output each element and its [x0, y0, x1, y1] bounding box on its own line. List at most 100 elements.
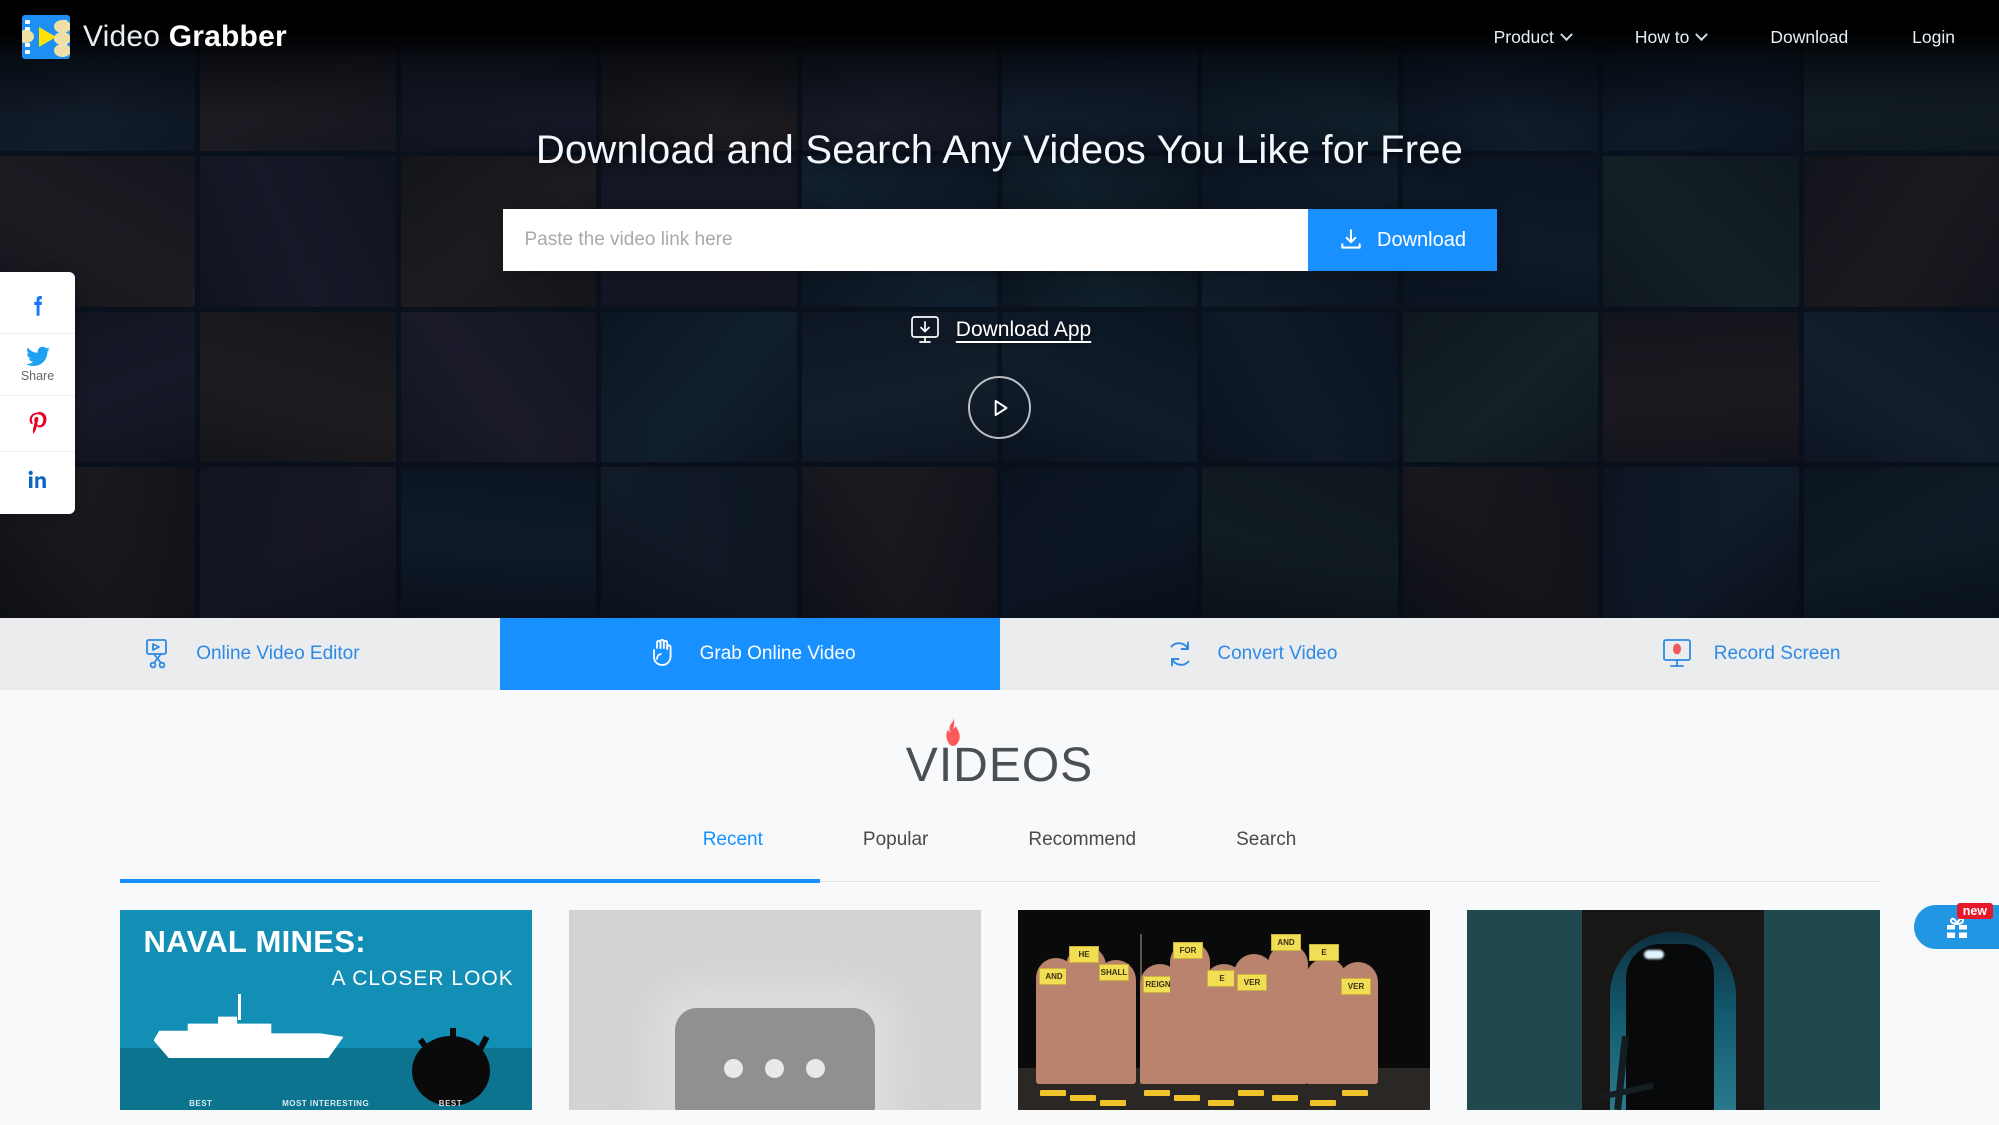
choir-sign: REIGN: [1143, 976, 1173, 993]
promo-new-badge: new: [1956, 903, 1993, 919]
stage-marker: [1100, 1100, 1126, 1106]
stage-marker: [1208, 1100, 1234, 1106]
stage-marker: [1342, 1090, 1368, 1096]
share-linkedin-button[interactable]: [0, 452, 75, 508]
videos-section: VIDEOS Recent Popular Recommend Search N…: [0, 690, 1999, 1125]
hero-section: Video Grabber Product How to Download Lo…: [0, 0, 1999, 618]
convert-refresh-icon: [1170, 641, 1190, 667]
tab-search[interactable]: Search: [1210, 823, 1322, 857]
nav-how-to[interactable]: How to: [1629, 19, 1712, 56]
download-icon: [1341, 229, 1361, 249]
linkedin-icon: [28, 470, 46, 488]
promo-gift-button[interactable]: new: [1914, 903, 1999, 949]
download-button[interactable]: Download: [1307, 209, 1497, 271]
choir-sign: VER: [1237, 974, 1267, 991]
video-card-grid: NAVAL MINES: A CLOSER LOOK BEST MOST INT…: [119, 910, 1880, 1110]
nav-download[interactable]: Download: [1764, 19, 1854, 56]
tab-convert-video-label: Convert Video: [1217, 643, 1338, 664]
nav-login[interactable]: Login: [1906, 19, 1961, 56]
choir-sign: E: [1207, 970, 1237, 987]
nav-download-label: Download: [1770, 26, 1849, 47]
thumbnail-ship: [153, 1016, 344, 1058]
social-share-rail: Share: [0, 272, 75, 514]
nav-how-to-label: How to: [1634, 26, 1690, 47]
nav-login-label: Login: [1912, 26, 1955, 47]
thumbnail-headlamp: [1644, 950, 1665, 959]
thumbnail-mine-spike: [449, 1028, 456, 1044]
award-badge: MOST INTERESTING: [282, 1099, 370, 1108]
stage-marker: [1310, 1100, 1336, 1106]
tab-grab-online-video-label: Grab Online Video: [699, 643, 856, 664]
placeholder-graphic: [674, 1008, 875, 1110]
tab-popular-label: Popular: [862, 829, 929, 850]
tab-popular[interactable]: Popular: [837, 823, 955, 857]
choir-sign: E: [1309, 944, 1339, 961]
play-circle-icon: [994, 399, 1007, 416]
choir-sign: FOR: [1173, 942, 1203, 959]
brand-text: Video Grabber: [83, 20, 287, 54]
video-card-choir[interactable]: AND HE SHALL REIGN FOR E VER AND E VER: [1018, 910, 1431, 1110]
flame-icon: [946, 716, 960, 746]
video-link-search-bar: Download: [502, 209, 1497, 271]
page-title: Download and Search Any Videos You Like …: [535, 128, 1464, 172]
stage-marker: [1144, 1090, 1170, 1096]
thumbnail-award-badges: BEST MOST INTERESTING BEST: [120, 1099, 532, 1108]
share-pinterest-button[interactable]: [0, 396, 75, 452]
share-twitter-button[interactable]: Share: [0, 334, 75, 396]
thumbnail-subtitle: A CLOSER LOOK: [331, 967, 514, 990]
share-twitter-label: Share: [20, 369, 55, 383]
download-button-label: Download: [1377, 228, 1466, 251]
tab-record-screen[interactable]: Record Screen: [1499, 618, 1999, 690]
thumbnail-title: NAVAL MINES:: [143, 924, 366, 959]
video-card-naval-mines[interactable]: NAVAL MINES: A CLOSER LOOK BEST MOST INT…: [119, 910, 532, 1110]
video-card-tunnel[interactable]: [1467, 910, 1880, 1110]
choir-sign: AND: [1271, 934, 1301, 951]
download-app-link[interactable]: Download App: [908, 315, 1091, 345]
thumbnail-choir-figures: AND HE SHALL REIGN FOR E VER AND E VER: [1018, 934, 1430, 1106]
brand-logo-link[interactable]: Video Grabber: [22, 15, 287, 59]
tab-online-video-editor[interactable]: Online Video Editor: [0, 618, 500, 690]
choir-sign: SHALL: [1099, 964, 1129, 981]
tab-online-video-editor-label: Online Video Editor: [196, 643, 360, 664]
thumbnail-ship-mast: [237, 994, 241, 1020]
active-tab-indicator: [119, 879, 820, 883]
video-editor-scissors-icon: [146, 639, 168, 669]
thumbnail-frame: [1582, 910, 1765, 1110]
award-badge: BEST: [189, 1099, 213, 1108]
search-input[interactable]: [502, 209, 1308, 271]
video-card-placeholder[interactable]: [568, 910, 981, 1110]
top-navigation-bar: Video Grabber Product How to Download Lo…: [0, 0, 1999, 74]
videos-tab-list: Recent Popular Recommend Search: [0, 823, 1999, 857]
main-nav: Product How to Download Login: [1488, 19, 1961, 56]
brand-suffix: Grabber: [168, 20, 287, 53]
tab-recommend[interactable]: Recommend: [1002, 823, 1162, 857]
tab-grab-online-video[interactable]: Grab Online Video: [499, 618, 1000, 690]
page-root: Video Grabber Product How to Download Lo…: [0, 0, 1999, 1125]
nav-product[interactable]: Product: [1488, 19, 1577, 56]
download-app-label: Download App: [955, 318, 1092, 341]
tab-recommend-label: Recommend: [1028, 829, 1137, 850]
nav-product-label: Product: [1493, 26, 1554, 47]
hero-play-button[interactable]: [968, 376, 1031, 439]
tab-convert-video[interactable]: Convert Video: [1000, 618, 1500, 690]
tab-record-screen-label: Record Screen: [1713, 643, 1841, 664]
feature-tab-bar: Online Video Editor Grab Online Video Co…: [0, 618, 1999, 690]
film-strip-play-icon: [22, 15, 70, 59]
choir-figure: [1268, 944, 1308, 1084]
choir-sign: AND: [1039, 968, 1069, 985]
stage-marker: [1238, 1090, 1264, 1096]
stage-marker: [1070, 1095, 1096, 1101]
award-badge: BEST: [438, 1099, 463, 1108]
share-facebook-button[interactable]: [0, 278, 75, 334]
tab-search-label: Search: [1236, 829, 1297, 850]
videos-logo: VIDEOS: [0, 690, 1999, 793]
tab-recent[interactable]: Recent: [677, 823, 789, 857]
tab-recent-label: Recent: [702, 829, 763, 850]
choir-sign: VER: [1341, 978, 1371, 995]
stage-marker: [1272, 1095, 1298, 1101]
brand-prefix: Video: [83, 20, 161, 53]
chevron-down-icon: [1560, 27, 1573, 41]
chevron-down-icon: [1695, 27, 1709, 41]
facebook-icon: [33, 295, 42, 316]
videos-tab-underline: [119, 879, 1880, 883]
